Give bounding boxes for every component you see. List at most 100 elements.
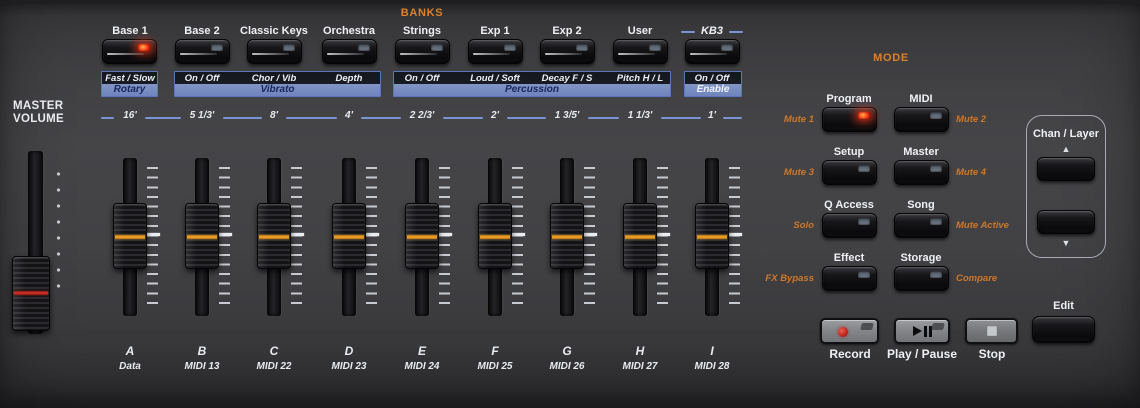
slider-handle-line bbox=[115, 235, 145, 239]
slider-letter-c: C bbox=[234, 344, 314, 358]
mode-button-storage[interactable] bbox=[894, 266, 949, 291]
edit-button[interactable] bbox=[1032, 316, 1095, 343]
mode-button-q-access[interactable] bbox=[822, 213, 877, 238]
slider-handle-h[interactable] bbox=[623, 203, 657, 269]
drawbar-footage-5-13: 5 1/3' bbox=[172, 110, 232, 121]
slider-handle-line bbox=[480, 235, 510, 239]
slider-assignment-e: MIDI 24 bbox=[382, 361, 462, 372]
drawbar-footage-2: 2' bbox=[465, 110, 525, 121]
led-indicator bbox=[358, 44, 370, 51]
solo-label: Solo bbox=[712, 220, 814, 232]
bank-button-kb3[interactable] bbox=[685, 39, 740, 64]
slider-handle-b[interactable] bbox=[185, 203, 219, 269]
led-indicator bbox=[930, 218, 942, 225]
compare-label: Compare bbox=[956, 273, 1066, 285]
slider-assignment-c: MIDI 22 bbox=[234, 361, 314, 372]
mode-label-song: Song bbox=[871, 199, 971, 211]
slider-assignment-f: MIDI 25 bbox=[455, 361, 535, 372]
drawbar-footage-1-13: 1 1/3' bbox=[610, 110, 670, 121]
drawbar-footage-1-35: 1 3/5' bbox=[537, 110, 597, 121]
slider-handle-e[interactable] bbox=[405, 203, 439, 269]
chan-layer-up-button[interactable] bbox=[1037, 157, 1095, 181]
slider-assignment-i: MIDI 28 bbox=[672, 361, 752, 372]
mode-button-program[interactable] bbox=[822, 107, 877, 132]
slider-handle-g[interactable] bbox=[550, 203, 584, 269]
bank-button-strings[interactable] bbox=[395, 39, 450, 64]
slider-b bbox=[176, 154, 228, 320]
led-indicator bbox=[721, 44, 733, 51]
record-led-window bbox=[860, 323, 874, 330]
kb3-left-dash bbox=[681, 31, 695, 33]
bank-button-exp-2[interactable] bbox=[540, 39, 595, 64]
fx-bypass-label: FX Bypass bbox=[712, 273, 814, 285]
drawbar-footage-2-23: 2 2/3' bbox=[392, 110, 452, 121]
stop-button[interactable] bbox=[965, 318, 1018, 344]
bank-button-classic-keys[interactable] bbox=[247, 39, 302, 64]
slider-handle-d[interactable] bbox=[332, 203, 366, 269]
slider-d bbox=[323, 154, 375, 320]
function-label-loud-soft: Loud / Soft bbox=[457, 72, 533, 85]
slider-handle-f[interactable] bbox=[478, 203, 512, 269]
mode-button-midi[interactable] bbox=[894, 107, 949, 132]
edit-label: Edit bbox=[1032, 300, 1095, 312]
slider-letter-a: A bbox=[90, 344, 170, 358]
panel-top-edge bbox=[0, 0, 1140, 4]
synth-control-panel: BANKS MODE Base 1 Base 2 Classic Keys Or… bbox=[0, 0, 1140, 408]
record-button[interactable] bbox=[820, 318, 879, 344]
drawbar-footage-16: 16' bbox=[100, 110, 160, 121]
slider-handle-line bbox=[552, 235, 582, 239]
master-volume-handle-line bbox=[14, 291, 48, 295]
chan-layer-down-button[interactable] bbox=[1037, 210, 1095, 234]
function-label-chor-vib: Chor / Vib bbox=[236, 72, 312, 85]
down-arrow-icon: ▼ bbox=[1026, 238, 1106, 248]
slider-letter-b: B bbox=[162, 344, 242, 358]
group-label-rotary: Rotary bbox=[102, 84, 157, 96]
bank-button-exp-1[interactable] bbox=[468, 39, 523, 64]
slider-h bbox=[614, 154, 666, 320]
slider-handle-line bbox=[334, 235, 364, 239]
slider-c bbox=[248, 154, 300, 320]
slider-letter-i: I bbox=[672, 344, 752, 358]
led-indicator bbox=[858, 218, 870, 225]
master-volume-slider-handle[interactable] bbox=[12, 256, 50, 331]
slider-handle-c[interactable] bbox=[257, 203, 291, 269]
up-arrow-icon: ▲ bbox=[1026, 144, 1106, 154]
slider-center-tick bbox=[364, 233, 379, 236]
slider-handle-i[interactable] bbox=[695, 203, 729, 269]
slider-handle-line bbox=[697, 235, 727, 239]
mode-button-master[interactable] bbox=[894, 160, 949, 185]
slider-handle-a[interactable] bbox=[113, 203, 147, 269]
play-pause-button[interactable] bbox=[894, 318, 950, 344]
slider-center-tick bbox=[510, 233, 525, 236]
record-icon bbox=[838, 327, 848, 337]
bank-button-user[interactable] bbox=[613, 39, 668, 64]
master-volume-label-line2: VOLUME bbox=[13, 113, 64, 125]
led-indicator bbox=[858, 165, 870, 172]
chan-layer-label: Chan / Layer bbox=[1026, 128, 1106, 140]
slider-handle-line bbox=[625, 235, 655, 239]
mode-label-midi: MIDI bbox=[871, 93, 971, 105]
mode-button-setup[interactable] bbox=[822, 160, 877, 185]
function-label-decay: Decay F / S bbox=[529, 72, 605, 85]
play-led-window bbox=[931, 323, 945, 330]
group-label-enable: Enable bbox=[685, 84, 741, 96]
bank-button-base-2[interactable] bbox=[175, 39, 230, 64]
mode-button-song[interactable] bbox=[894, 213, 949, 238]
bank-button-orchestra[interactable] bbox=[322, 39, 377, 64]
master-volume-label-line1: MASTER bbox=[13, 100, 63, 112]
kb3-right-dash bbox=[729, 31, 743, 33]
mode-label-storage: Storage bbox=[871, 252, 971, 264]
led-indicator bbox=[504, 44, 516, 51]
bank-button-base-1[interactable] bbox=[102, 39, 157, 64]
function-label-on-off-vibrato: On / Off bbox=[164, 72, 240, 85]
led-indicator bbox=[576, 44, 588, 51]
slider-letter-h: H bbox=[600, 344, 680, 358]
mode-label-master: Master bbox=[871, 146, 971, 158]
slider-letter-f: F bbox=[455, 344, 535, 358]
led-indicator bbox=[283, 44, 295, 51]
mode-button-effect[interactable] bbox=[822, 266, 877, 291]
slider-e bbox=[396, 154, 448, 320]
function-label-pitch: Pitch H / L bbox=[602, 72, 678, 85]
slider-a bbox=[104, 154, 156, 320]
slider-center-tick bbox=[582, 233, 597, 236]
